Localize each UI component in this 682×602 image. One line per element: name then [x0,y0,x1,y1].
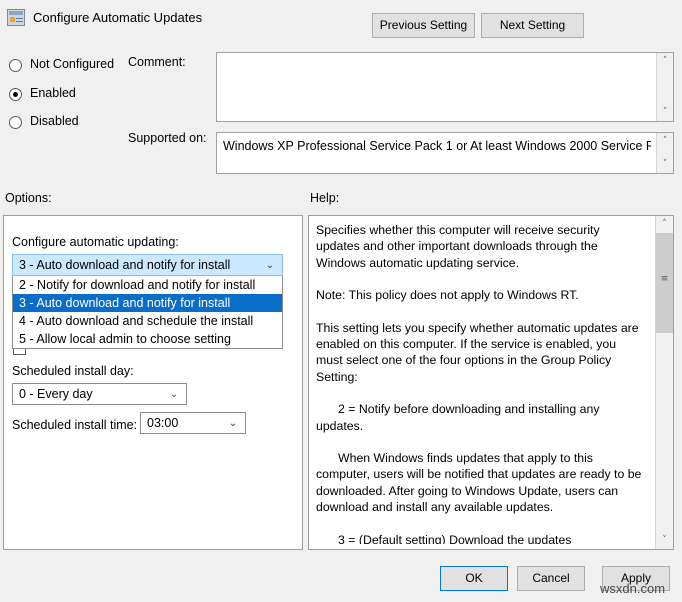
scroll-down-icon[interactable]: ˅ [657,104,673,121]
dropdown-option[interactable]: 2 - Notify for download and notify for i… [13,276,282,294]
chevron-down-icon: ⌄ [265,260,275,271]
supported-on-value: Windows XP Professional Service Pack 1 o… [223,139,651,153]
policy-setting-icon [7,9,25,26]
options-section-label: Options: [5,191,52,205]
ok-button[interactable]: OK [440,566,508,591]
scheduled-install-time-label: Scheduled install time: [12,418,138,432]
supported-on-input[interactable]: Windows XP Professional Service Pack 1 o… [216,132,674,174]
help-section-label: Help: [310,191,340,205]
radio-enabled-mark [9,88,22,101]
help-paragraph: 2 = Notify before downloading and instal… [316,402,600,433]
configure-updating-combobox[interactable]: 3 - Auto download and notify for install… [12,254,283,276]
scheduled-install-day-combobox[interactable]: 0 - Every day ⌄ [12,383,187,405]
next-setting-button[interactable]: Next Setting [481,13,584,38]
scroll-up-icon[interactable]: ˄ [656,216,673,233]
options-panel: Configure automatic updating: 3 - Auto d… [3,215,303,550]
configure-updating-label: Configure automatic updating: [12,235,179,249]
configure-updating-value: 3 - Auto download and notify for install [19,258,231,272]
radio-disabled-mark [9,116,22,129]
scroll-up-icon[interactable]: ˄ [657,53,673,70]
dropdown-option[interactable]: 4 - Auto download and schedule the insta… [13,312,282,330]
scheduled-install-day-label: Scheduled install day: [12,364,134,378]
help-paragraph: This setting lets you specify whether au… [316,320,639,384]
supported-on-scrollbar[interactable]: ˄ ˅ [656,133,673,173]
help-paragraph: Specifies whether this computer will rec… [316,223,600,270]
help-paragraph: Note: This policy does not apply to Wind… [316,288,579,303]
scroll-up-icon[interactable]: ˄ [657,133,673,150]
radio-enabled-label: Enabled [30,86,76,100]
scrollbar-grip-icon: ≡ [660,274,669,284]
icon-line-1 [16,18,23,19]
help-scrollbar-thumb[interactable]: ≡ [656,233,673,333]
radio-enabled[interactable]: Enabled [9,86,189,104]
chevron-down-icon: ⌄ [169,389,179,400]
icon-yellow-square [10,17,15,22]
icon-titlebar-stripe [9,11,23,15]
radio-not-configured-mark [9,59,22,72]
comment-scrollbar[interactable]: ˄ ˅ [656,53,673,121]
scheduled-install-time-value: 03:00 [147,416,179,430]
comment-label: Comment: [128,55,186,69]
comment-input[interactable]: ˄ ˅ [216,52,674,122]
watermark: wsxdn.com [600,581,666,596]
scroll-down-icon[interactable]: ˅ [657,156,673,173]
radio-disabled[interactable]: Disabled [9,114,189,132]
icon-line-2 [16,21,23,22]
scheduled-install-day-value: 0 - Every day [19,387,93,401]
help-paragraph: 3 = (Default setting) Download the updat… [338,532,572,544]
scroll-down-icon[interactable]: ˅ [656,532,673,549]
help-text: Specifies whether this computer will rec… [316,222,646,544]
help-scrollbar[interactable]: ˄ ≡ ˅ [655,216,673,549]
previous-setting-button[interactable]: Previous Setting [372,13,475,38]
supported-on-label: Supported on: [128,131,207,145]
dropdown-option-selected[interactable]: 3 - Auto download and notify for install [13,294,282,312]
help-panel: Specifies whether this computer will rec… [308,215,674,550]
scheduled-install-time-combobox[interactable]: 03:00 ⌄ [140,412,246,434]
chevron-down-icon: ⌄ [228,418,238,429]
cancel-button[interactable]: Cancel [517,566,585,591]
radio-not-configured-label: Not Configured [30,57,115,71]
radio-disabled-label: Disabled [30,114,79,128]
help-paragraph: When Windows finds updates that apply to… [316,451,642,515]
dropdown-option[interactable]: 5 - Allow local admin to choose setting [13,330,282,348]
configure-updating-dropdown-list[interactable]: 2 - Notify for download and notify for i… [12,276,283,349]
page-title: Configure Automatic Updates [33,10,203,25]
